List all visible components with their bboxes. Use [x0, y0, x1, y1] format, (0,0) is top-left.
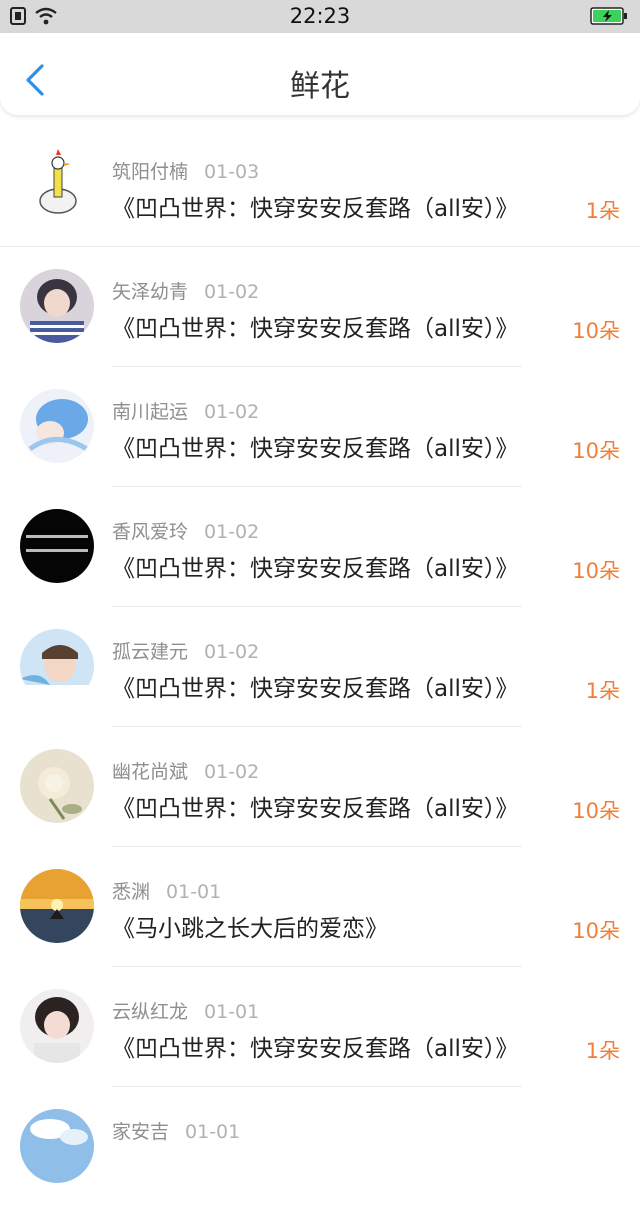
flower-count: 10朵 [572, 439, 620, 463]
book-title: 《马小跳之长大后的爱恋》 [112, 916, 388, 942]
sender-name: 南川起运 01-02 [112, 401, 260, 423]
book-title: 《凹凸世界：快穿安安反套路（all安）》 [112, 676, 519, 702]
flower-count: 10朵 [572, 799, 620, 823]
navigation-bar: 鲜花 [0, 33, 640, 115]
send-date: 01-01 [204, 1001, 260, 1023]
sender-name: 家安吉 01-01 [112, 1121, 241, 1143]
clock: 22:23 [289, 4, 351, 28]
sender-name: 矢泽幼青 01-02 [112, 281, 260, 303]
send-date: 01-02 [204, 641, 260, 663]
sender-name: 香风爱玲 01-02 [112, 521, 260, 543]
flower-count: 1朵 [585, 199, 620, 223]
book-title: 《凹凸世界：快穿安安反套路（all安）》 [112, 196, 519, 222]
send-date: 01-01 [185, 1121, 241, 1143]
book-title: 《凹凸世界：快穿安安反套路（all安）》 [112, 436, 519, 462]
battery-charging-icon [590, 7, 628, 29]
flower-count: 10朵 [572, 919, 620, 943]
list-item[interactable]: 矢泽幼青 01-02 《凹凸世界：快穿安安反套路（all安）》 10朵 [0, 247, 640, 367]
send-date: 01-02 [204, 761, 260, 783]
flower-count: 1朵 [585, 679, 620, 703]
avatar [20, 389, 94, 463]
avatar [20, 749, 94, 823]
send-date: 01-02 [204, 521, 260, 543]
avatar [20, 1109, 94, 1183]
sender-name: 云纵红龙 01-01 [112, 1001, 260, 1023]
send-date: 01-02 [204, 401, 260, 423]
list-item[interactable]: 幽花尚斌 01-02 《凹凸世界：快穿安安反套路（all安）》 10朵 [0, 727, 640, 847]
status-bar: 22:23 [0, 0, 640, 33]
list-item[interactable]: 悉渊 01-01 《马小跳之长大后的爱恋》 10朵 [0, 847, 640, 967]
avatar [20, 989, 94, 1063]
flower-count: 1朵 [585, 1039, 620, 1063]
list-item[interactable]: 孤云建元 01-02 《凹凸世界：快穿安安反套路（all安）》 1朵 [0, 607, 640, 727]
avatar [20, 869, 94, 943]
sender-name: 幽花尚斌 01-02 [112, 761, 260, 783]
avatar [20, 269, 94, 343]
book-title: 《凹凸世界：快穿安安反套路（all安）》 [112, 316, 519, 342]
list-item[interactable]: 南川起运 01-02 《凹凸世界：快穿安安反套路（all安）》 10朵 [0, 367, 640, 487]
sender-name: 筑阳付楠 01-03 [112, 161, 260, 183]
list-item[interactable]: 家安吉 01-01 [0, 1087, 640, 1207]
sender-name: 悉渊 01-01 [112, 881, 222, 903]
list-item[interactable]: 香风爱玲 01-02 《凹凸世界：快穿安安反套路（all安）》 10朵 [0, 487, 640, 607]
page-title: 鲜花 [290, 69, 350, 104]
flower-count: 10朵 [572, 559, 620, 583]
list-item[interactable]: 筑阳付楠 01-03 《凹凸世界：快穿安安反套路（all安）》 1朵 [0, 127, 640, 247]
flower-list: 筑阳付楠 01-03 《凹凸世界：快穿安安反套路（all安）》 1朵 矢泽幼青 01… [0, 127, 640, 1207]
book-title: 《凹凸世界：快穿安安反套路（all安）》 [112, 1036, 519, 1062]
list-item[interactable]: 云纵红龙 01-01 《凹凸世界：快穿安安反套路（all安）》 1朵 [0, 967, 640, 1087]
sender-name: 孤云建元 01-02 [112, 641, 260, 663]
avatar [20, 149, 94, 223]
avatar [20, 629, 94, 703]
book-title: 《凹凸世界：快穿安安反套路（all安）》 [112, 796, 519, 822]
send-date: 01-03 [204, 161, 260, 183]
avatar [20, 509, 94, 583]
send-date: 01-02 [204, 281, 260, 303]
send-date: 01-01 [166, 881, 222, 903]
flower-count: 10朵 [572, 319, 620, 343]
book-title: 《凹凸世界：快穿安安反套路（all安）》 [112, 556, 519, 582]
